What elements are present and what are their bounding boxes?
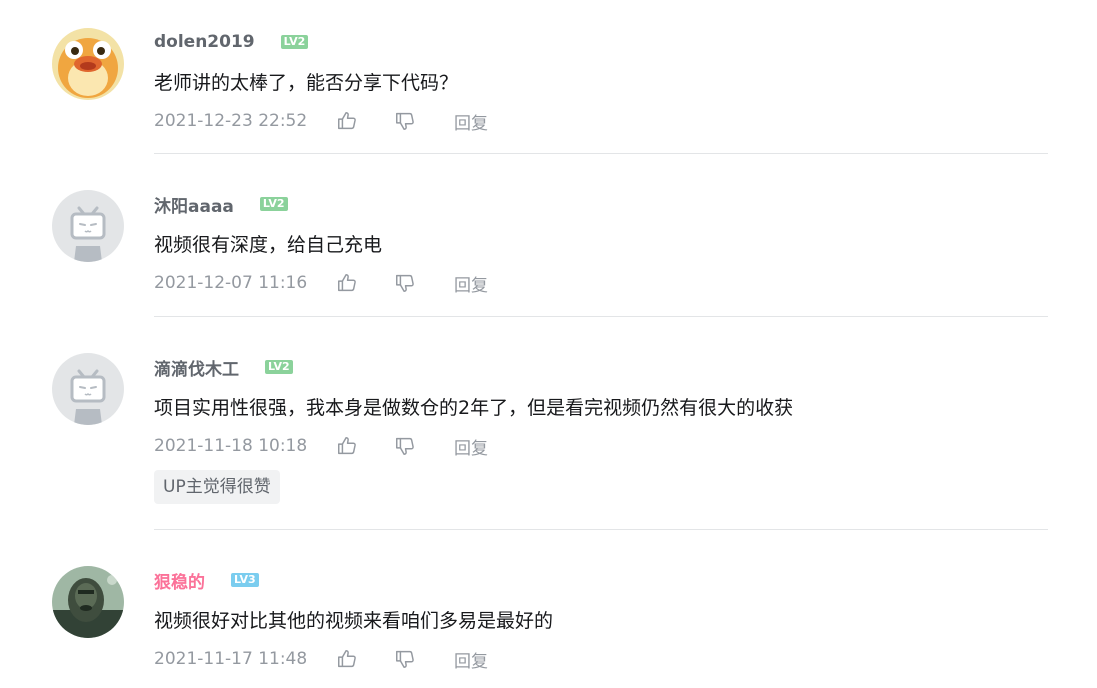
- level-badge: LV2: [259, 197, 288, 211]
- dislike-button[interactable]: [392, 646, 418, 672]
- comment-header: 沐阳aaaa LV2: [154, 192, 288, 217]
- default-tv-avatar-icon: [52, 190, 124, 262]
- reply-button[interactable]: 回复: [454, 109, 488, 134]
- avatar[interactable]: [52, 28, 124, 100]
- level-badge: LV3: [231, 573, 259, 587]
- like-button[interactable]: [334, 108, 360, 134]
- photo-avatar-icon: [52, 566, 124, 638]
- like-button[interactable]: [334, 433, 360, 459]
- comment-time: 2021-12-07 11:16: [154, 273, 308, 293]
- up-liked-badge: UP主觉得很赞: [154, 470, 280, 504]
- comment-text: 项目实用性很强，我本身是做数仓的2年了，但是看完视频仍然有很大的收获: [154, 397, 794, 419]
- divider: [154, 316, 1048, 317]
- thumbs-down-icon: [396, 437, 414, 455]
- username[interactable]: 狠稳的: [154, 568, 205, 593]
- username[interactable]: 滴滴伐木工: [154, 355, 239, 380]
- comment-meta: 2021-11-18 10:18 回复: [154, 433, 488, 459]
- reply-button[interactable]: 回复: [454, 271, 488, 296]
- reply-button[interactable]: 回复: [454, 647, 488, 672]
- comment-header: 滴滴伐木工 LV2: [154, 355, 293, 380]
- reply-button[interactable]: 回复: [454, 434, 488, 459]
- comment-text: 视频很好对比其他的视频来看咱们多易是最好的: [154, 610, 554, 632]
- comment-time: 2021-11-17 11:48: [154, 649, 308, 669]
- thumbs-down-icon: [396, 112, 414, 130]
- thumbs-up-icon: [338, 274, 356, 292]
- comment-time: 2021-12-23 22:52: [154, 111, 308, 131]
- divider: [154, 153, 1048, 154]
- default-tv-avatar-icon: [52, 353, 124, 425]
- thumbs-down-icon: [396, 274, 414, 292]
- level-badge: LV2: [280, 35, 309, 49]
- avatar[interactable]: [52, 190, 124, 262]
- dislike-button[interactable]: [392, 433, 418, 459]
- divider: [154, 529, 1048, 530]
- dislike-button[interactable]: [392, 270, 418, 296]
- comment-meta: 2021-12-07 11:16 回复: [154, 270, 488, 296]
- like-button[interactable]: [334, 270, 360, 296]
- duck-avatar-icon: [52, 28, 124, 100]
- username[interactable]: dolen2019: [154, 32, 255, 52]
- thumbs-down-icon: [396, 650, 414, 668]
- avatar[interactable]: [52, 566, 124, 638]
- comment-meta: 2021-12-23 22:52 回复: [154, 108, 488, 134]
- comment-time: 2021-11-18 10:18: [154, 436, 308, 456]
- comment-text: 老师讲的太棒了，能否分享下代码？: [154, 72, 459, 94]
- comment-text: 视频很有深度，给自己充电: [154, 234, 383, 256]
- thumbs-up-icon: [338, 112, 356, 130]
- avatar[interactable]: [52, 353, 124, 425]
- level-badge: LV2: [265, 360, 293, 374]
- like-button[interactable]: [334, 646, 360, 672]
- comment-header: 狠稳的 LV3: [154, 568, 259, 593]
- username[interactable]: 沐阳aaaa: [154, 192, 234, 217]
- dislike-button[interactable]: [392, 108, 418, 134]
- thumbs-up-icon: [338, 437, 356, 455]
- thumbs-up-icon: [338, 650, 356, 668]
- comment-header: dolen2019 LV2: [154, 30, 309, 54]
- comment-meta: 2021-11-17 11:48 回复: [154, 646, 488, 672]
